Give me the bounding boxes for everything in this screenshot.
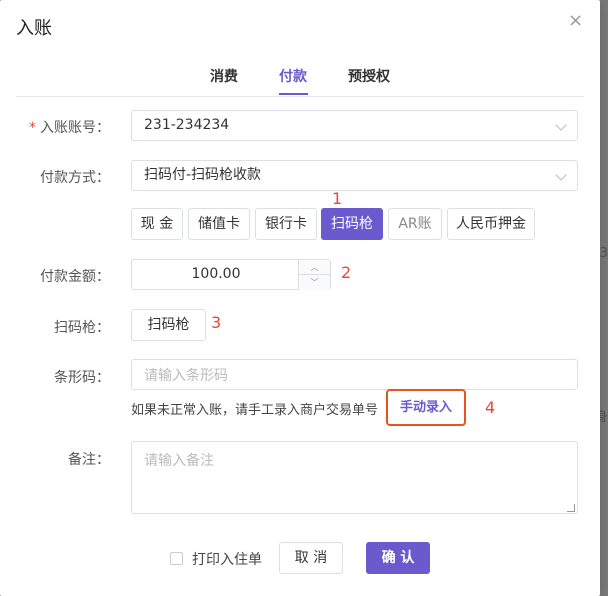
scanner-label: 扫码枪：	[54, 320, 110, 336]
print-checkbox[interactable]	[170, 552, 183, 565]
barcode-label: 条形码：	[54, 370, 110, 386]
annotation-number: 3	[211, 313, 222, 332]
method-scanner-button[interactable]: 扫码枪	[321, 208, 383, 240]
amount-label: 付款金额：	[40, 269, 110, 285]
tab-active-indicator	[279, 93, 308, 95]
cancel-button[interactable]: 取 消	[279, 542, 343, 574]
barcode-input[interactable]	[131, 359, 578, 390]
method-select-value: 扫码付-扫码枪收款	[144, 167, 262, 183]
print-checkbox-label[interactable]: 打印入住单	[192, 549, 262, 569]
method-cash-button[interactable]: 现 金	[131, 208, 183, 240]
chevron-down-icon	[555, 169, 567, 181]
scan-button[interactable]: 扫码枪	[131, 309, 206, 341]
method-label: 付款方式：	[40, 170, 110, 186]
annotation-number: 1	[332, 189, 343, 208]
resize-handle-icon[interactable]	[567, 504, 575, 512]
annotation-number: 2	[341, 263, 352, 282]
tab-consume[interactable]: 消费	[210, 66, 238, 86]
tab-bar: 消费 付款 预授权	[0, 62, 600, 96]
method-stored-card-button[interactable]: 储值卡	[188, 208, 250, 240]
method-bank-card-button[interactable]: 银行卡	[255, 208, 317, 240]
increment-icon[interactable]: ︿	[298, 260, 330, 275]
chevron-down-icon	[555, 119, 567, 131]
confirm-button[interactable]: 确 认	[366, 542, 430, 574]
required-mark: *	[29, 120, 36, 136]
payment-dialog: 入账 × 消费 付款 预授权 * 入账账号： 231-234234 付款方式： 扫…	[0, 0, 600, 596]
remark-textarea[interactable]	[131, 441, 578, 514]
tab-divider	[16, 96, 584, 97]
amount-value[interactable]: 100.00	[132, 260, 300, 289]
manual-entry-hint: 如果未正常入账，请手工录入商户交易单号	[131, 403, 379, 418]
amount-stepper[interactable]: 100.00 ︿ ﹀	[131, 259, 331, 290]
tab-payment[interactable]: 付款	[279, 66, 307, 86]
annotation-number: 4	[485, 398, 496, 417]
tab-preauth[interactable]: 预授权	[348, 66, 390, 86]
account-select[interactable]: 231-234234	[131, 110, 578, 141]
account-label: * 入账账号：	[29, 120, 110, 136]
remark-label: 备注：	[68, 452, 110, 468]
method-rmb-deposit-button[interactable]: 人民币押金	[447, 208, 535, 240]
dialog-title: 入账	[16, 18, 52, 39]
close-icon[interactable]: ×	[568, 12, 583, 30]
method-ar-button[interactable]: AR账	[388, 208, 442, 240]
manual-entry-button[interactable]: 手动录入	[386, 389, 466, 426]
decrement-icon[interactable]: ﹀	[298, 275, 330, 290]
account-select-value: 231-234234	[144, 117, 230, 133]
method-select[interactable]: 扫码付-扫码枪收款	[131, 160, 578, 191]
